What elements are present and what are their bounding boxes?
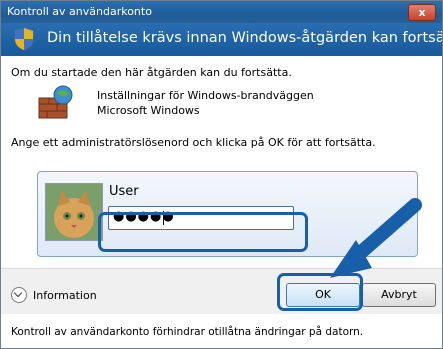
program-info: Inställningar för Windows-brandväggen Mi…: [97, 88, 314, 118]
user-avatar: [45, 183, 103, 241]
program-publisher: Microsoft Windows: [97, 104, 200, 117]
uac-banner: Din tillåtelse krävs innan Windows-åtgär…: [1, 23, 442, 56]
username-label: User: [109, 184, 139, 199]
firewall-icon: [38, 85, 73, 119]
cancel-button[interactable]: Avbryt: [362, 283, 436, 307]
status-bar: Kontroll av användarkonto förhindrar oti…: [1, 314, 442, 348]
title-bar: Kontroll av användarkonto x: [1, 1, 442, 23]
window-title: Kontroll av användarkonto: [7, 5, 152, 18]
details-label: Information: [33, 288, 97, 302]
button-bar: Information OK Avbryt: [1, 268, 442, 315]
banner-headline: Din tillåtelse krävs innan Windows-åtgär…: [47, 30, 443, 46]
intro-text: Om du startade den här åtgärden kan du f…: [11, 66, 292, 79]
prompt-text: Ange ett administratörslösenord och klic…: [11, 136, 376, 149]
status-text: Kontroll av användarkonto förhindrar oti…: [11, 326, 364, 338]
program-name: Inställningar för Windows-brandväggen: [97, 89, 314, 102]
uac-dialog: Kontroll av användarkonto x Din tillåtel…: [0, 0, 443, 349]
ok-highlight-ring: [277, 273, 363, 311]
details-toggle[interactable]: Information: [11, 287, 97, 303]
shield-icon: [14, 27, 34, 51]
close-button[interactable]: x: [408, 4, 436, 21]
chevron-down-icon: [11, 287, 27, 303]
password-highlight-ring: [98, 212, 308, 252]
